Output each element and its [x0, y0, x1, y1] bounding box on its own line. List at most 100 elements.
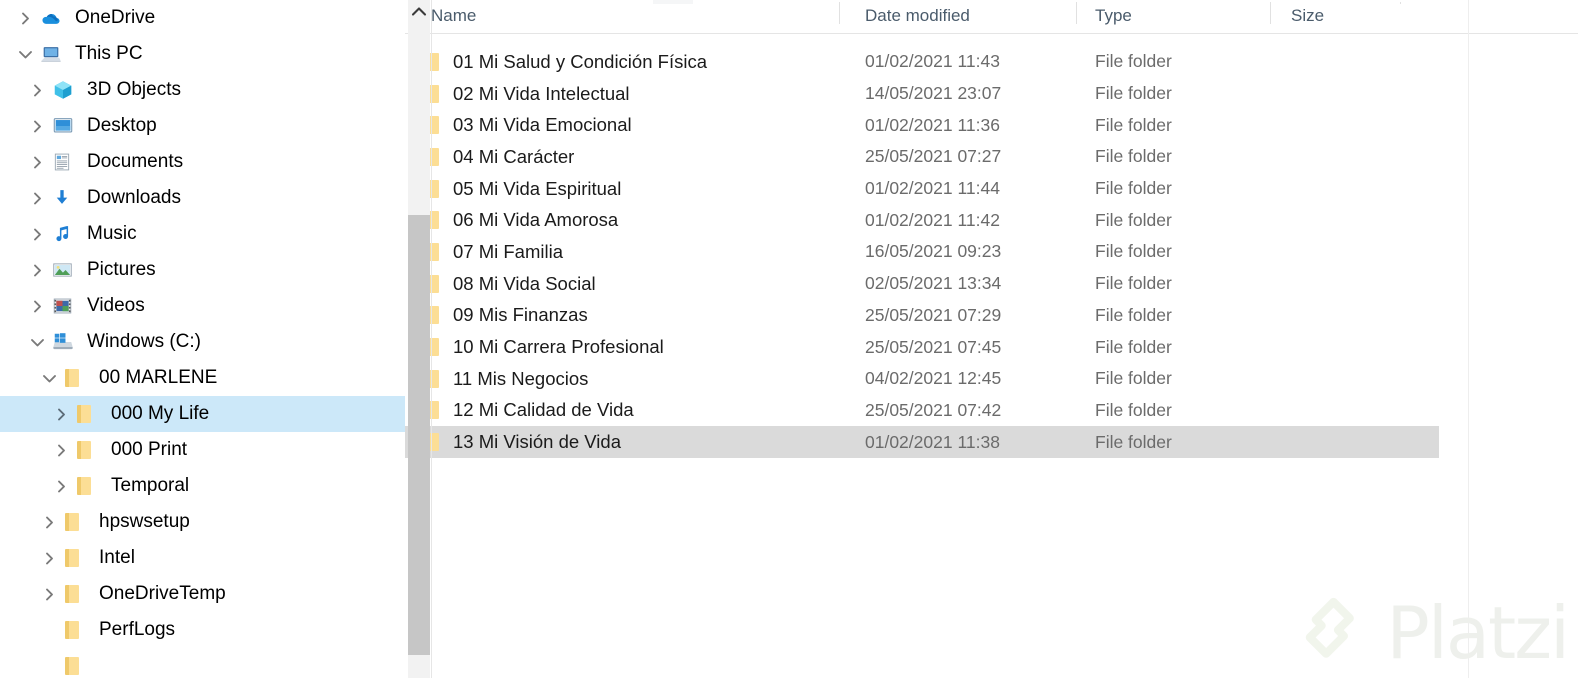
- tree-item-hpswsetup[interactable]: hpswsetup: [0, 504, 405, 540]
- tree-item-windows-c[interactable]: Windows (C:): [0, 324, 405, 360]
- folder-icon: [64, 584, 94, 604]
- cell-type: File folder: [1095, 273, 1172, 294]
- navigation-scrollbar[interactable]: [408, 0, 430, 678]
- column-separator: [1076, 2, 1077, 24]
- tree-twisty[interactable]: [10, 12, 40, 25]
- tree-twisty[interactable]: [10, 50, 40, 59]
- tree-item-pictures[interactable]: Pictures: [0, 252, 405, 288]
- videos-icon: [52, 295, 82, 317]
- tree-item-documents[interactable]: Documents: [0, 144, 405, 180]
- cell-date-modified: 01/02/2021 11:44: [865, 178, 1000, 199]
- table-row[interactable]: 03 Mi Vida Emocional 01/02/2021 11:36 File…: [405, 109, 1578, 141]
- cell-name: 05 Mi Vida Espiritual: [405, 178, 839, 200]
- tree-item-label: OneDriveTemp: [99, 583, 226, 604]
- column-separator: [839, 2, 840, 24]
- tree-item-intel[interactable]: Intel: [0, 540, 405, 576]
- table-row[interactable]: 10 Mi Carrera Profesional 25/05/2021 07:4…: [405, 331, 1578, 363]
- tree-item-this-pc[interactable]: This PC: [0, 36, 405, 72]
- tree-item-label: Temporal: [111, 475, 190, 496]
- tree-item-videos[interactable]: Videos: [0, 288, 405, 324]
- local-disk-icon: [53, 333, 73, 350]
- tree-twisty[interactable]: [22, 84, 52, 97]
- chevron-right-icon: [33, 84, 41, 96]
- tree-item-00-marlene[interactable]: 00 MARLENE: [0, 360, 405, 396]
- 3d-objects-icon: [54, 81, 72, 99]
- folder-icon: [64, 620, 94, 640]
- tree-twisty[interactable]: [46, 444, 76, 457]
- column-header-type[interactable]: Type: [1076, 0, 1270, 26]
- tree-twisty[interactable]: [22, 192, 52, 205]
- tree-item-3d-objects[interactable]: 3D Objects: [0, 72, 405, 108]
- table-row[interactable]: 08 Mi Vida Social 02/05/2021 13:34 File fo…: [405, 268, 1578, 300]
- onedrive-cloud-icon: [42, 14, 60, 24]
- onedrive-cloud-icon: [40, 7, 70, 29]
- cell-date-modified: 16/05/2021 09:23: [865, 241, 1002, 262]
- cell-date-modified: 25/05/2021 07:27: [865, 146, 1002, 167]
- file-name-label: 04 Mi Carácter: [453, 145, 575, 167]
- pictures-icon: [52, 259, 82, 281]
- tree-item-label: 3D Objects: [87, 79, 181, 100]
- tree-twisty[interactable]: [22, 120, 52, 133]
- folder-icon: [77, 405, 91, 423]
- tree-item-000-print[interactable]: 000 Print: [0, 432, 405, 468]
- cell-name: 10 Mi Carrera Profesional: [405, 336, 839, 358]
- table-row[interactable]: 12 Mi Calidad de Vida 25/05/2021 07:42 Fil…: [405, 395, 1578, 427]
- tree-item-perflogs[interactable]: PerfLogs: [0, 612, 405, 648]
- tree-twisty[interactable]: [22, 300, 52, 313]
- tree-twisty[interactable]: [22, 228, 52, 241]
- tree-item-temporal[interactable]: Temporal: [0, 468, 405, 504]
- table-row[interactable]: 07 Mi Familia 16/05/2021 09:23 File folder: [405, 236, 1578, 268]
- cell-type: File folder: [1095, 368, 1172, 389]
- scrollbar-thumb[interactable]: [408, 215, 430, 655]
- tree-twisty[interactable]: [34, 374, 64, 383]
- column-header-filler: [1400, 0, 1484, 6]
- table-row[interactable]: 04 Mi Carácter 25/05/2021 07:27 File folde…: [405, 141, 1578, 173]
- table-row[interactable]: 13 Mi Visión de Vida 01/02/2021 11:38 File…: [405, 426, 1439, 458]
- column-header-size[interactable]: Size: [1270, 0, 1400, 26]
- tree-item-music[interactable]: Music: [0, 216, 405, 252]
- tree-item-onedrivetemp[interactable]: OneDriveTemp: [0, 576, 405, 612]
- tree-twisty[interactable]: [34, 516, 64, 529]
- table-row[interactable]: 11 Mis Negocios 04/02/2021 12:45 File fold…: [405, 363, 1578, 395]
- folder-icon: [65, 549, 79, 567]
- tree-item-partial[interactable]: [0, 648, 405, 678]
- table-row[interactable]: 02 Mi Vida Intelectual 14/05/2021 23:07 Fi…: [405, 78, 1578, 110]
- cell-type: File folder: [1095, 241, 1172, 262]
- table-row[interactable]: 01 Mi Salud y Condición Física 01/02/2021…: [405, 46, 1578, 78]
- cell-type: File folder: [1095, 431, 1172, 452]
- music-icon: [52, 223, 82, 245]
- scroll-up-button[interactable]: [408, 0, 430, 22]
- column-header-date-modified[interactable]: Date modified: [839, 0, 1076, 26]
- this-pc-icon: [41, 47, 61, 62]
- tree-twisty[interactable]: [22, 264, 52, 277]
- folder-icon: [77, 441, 91, 459]
- table-row[interactable]: 06 Mi Vida Amorosa 01/02/2021 11:42 File f…: [405, 204, 1578, 236]
- file-list-rows: 01 Mi Salud y Condición Física 01/02/2021…: [405, 46, 1578, 458]
- tree-twisty[interactable]: [22, 338, 52, 347]
- column-header-name-label: Name: [431, 6, 477, 25]
- tree-item-000-my-life[interactable]: 000 My Life: [0, 396, 405, 432]
- tree-item-downloads[interactable]: Downloads: [0, 180, 405, 216]
- tree-twisty[interactable]: [46, 408, 76, 421]
- tree-twisty[interactable]: [34, 552, 64, 565]
- folder-icon: [65, 513, 79, 531]
- table-row[interactable]: 05 Mi Vida Espiritual 01/02/2021 11:44 Fil…: [405, 173, 1578, 205]
- tree-item-label: 000 My Life: [111, 403, 210, 424]
- tree-item-onedrive[interactable]: OneDrive: [0, 0, 405, 36]
- file-name-label: 08 Mi Vida Social: [453, 272, 596, 294]
- tree-twisty[interactable]: [22, 156, 52, 169]
- table-row[interactable]: 09 Mis Finanzas 25/05/2021 07:29 File fold…: [405, 300, 1578, 332]
- tree-twisty[interactable]: [34, 588, 64, 601]
- column-header-name[interactable]: Name: [405, 0, 839, 26]
- folder-icon: [64, 656, 94, 676]
- cell-type: File folder: [1095, 114, 1172, 135]
- column-separator: [1270, 2, 1271, 24]
- tree-item-desktop[interactable]: Desktop: [0, 108, 405, 144]
- documents-icon: [54, 153, 70, 171]
- column-header-date-label: Date modified: [865, 6, 970, 25]
- tree-item-label: Documents: [87, 151, 184, 172]
- tree-twisty[interactable]: [46, 480, 76, 493]
- pane-divider[interactable]: [431, 0, 432, 678]
- cell-type: File folder: [1095, 399, 1172, 420]
- chevron-right-icon: [57, 408, 65, 420]
